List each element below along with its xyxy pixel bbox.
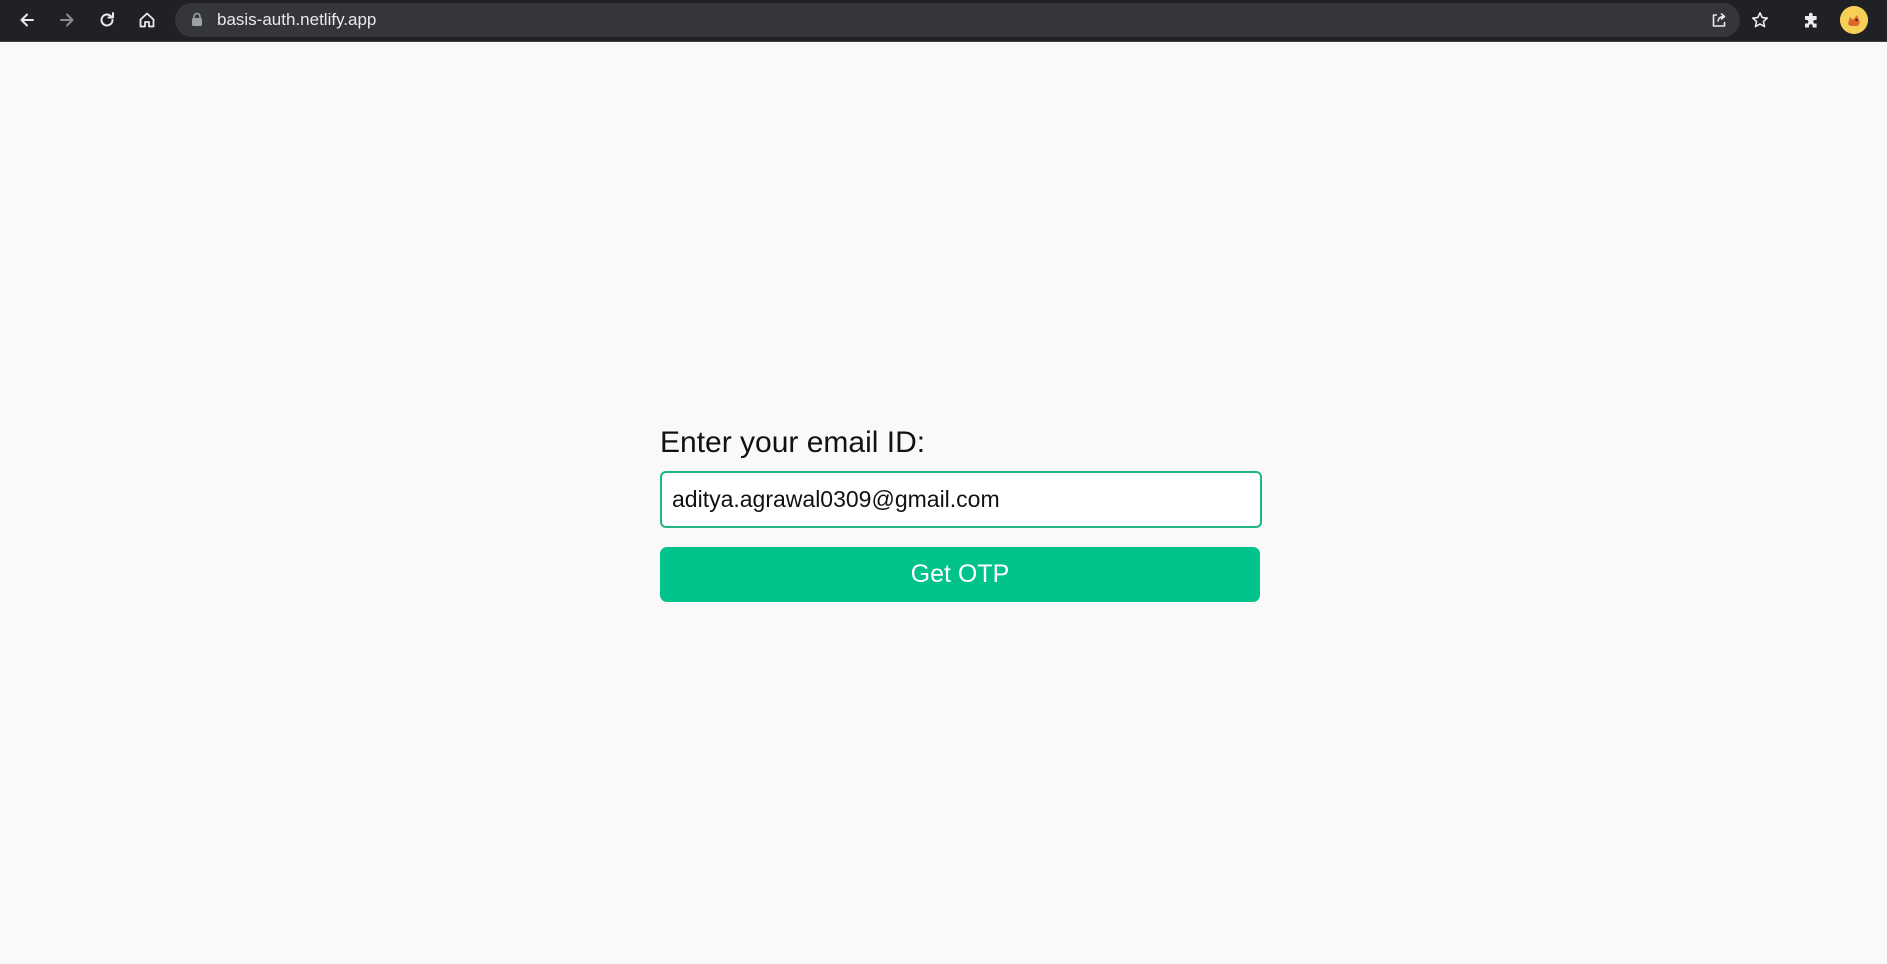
browser-toolbar: basis-auth.netlify.app	[0, 0, 1887, 42]
reload-icon	[100, 12, 114, 27]
url-text[interactable]: basis-auth.netlify.app	[217, 3, 376, 37]
address-bar[interactable]: basis-auth.netlify.app	[175, 3, 1768, 37]
avatar-fox-icon	[1840, 6, 1868, 34]
forward-button[interactable]	[52, 5, 82, 35]
extensions-button[interactable]	[1800, 9, 1824, 31]
extensions-puzzle-icon	[1805, 12, 1817, 28]
home-button[interactable]	[132, 5, 162, 35]
back-button[interactable]	[12, 5, 42, 35]
bookmark-star-icon	[1752, 12, 1768, 28]
lock-icon[interactable]	[191, 12, 203, 27]
home-icon	[139, 12, 155, 28]
back-arrow-icon	[20, 13, 34, 27]
email-form: Enter your email ID: Get OTP	[660, 425, 1262, 602]
share-button[interactable]	[1707, 9, 1731, 31]
get-otp-button[interactable]: Get OTP	[660, 547, 1260, 602]
reload-button[interactable]	[92, 5, 122, 35]
profile-avatar[interactable]	[1840, 6, 1868, 34]
email-input[interactable]	[660, 471, 1262, 528]
page-content: Enter your email ID: Get OTP	[0, 42, 1887, 964]
share-icon	[1712, 13, 1726, 27]
forward-arrow-icon	[60, 13, 74, 27]
bookmark-button[interactable]	[1748, 9, 1772, 31]
email-label: Enter your email ID:	[660, 426, 926, 459]
